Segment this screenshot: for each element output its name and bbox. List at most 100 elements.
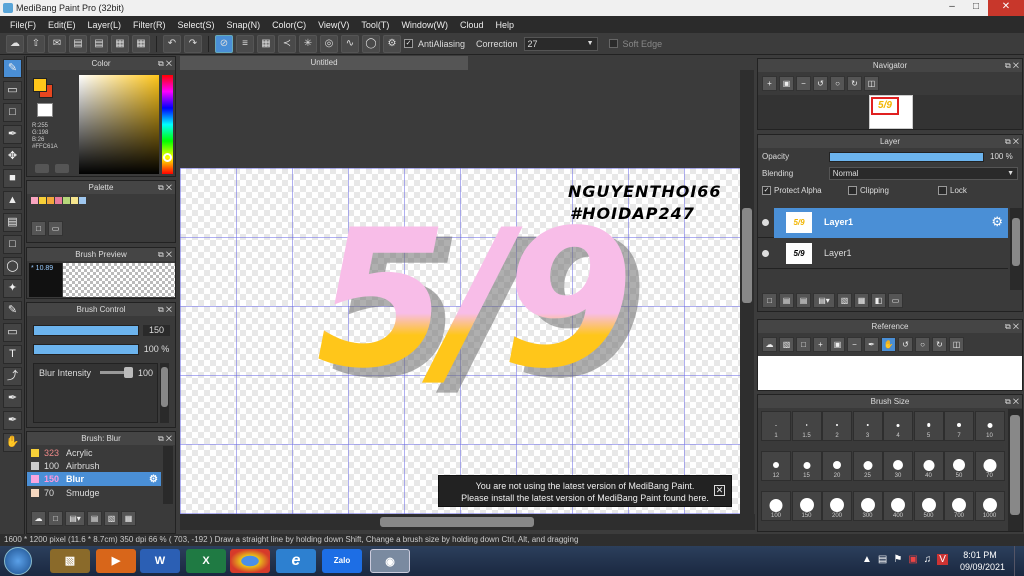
- palette-swatch[interactable]: [31, 197, 38, 204]
- gradient-tool-icon[interactable]: ▤: [3, 213, 22, 232]
- snap-ellipse-icon[interactable]: ◯: [362, 34, 380, 53]
- maximize-button[interactable]: □: [964, 0, 988, 16]
- clipping-checkbox[interactable]: [848, 186, 857, 195]
- brush-list-scrollbar[interactable]: [163, 446, 173, 504]
- update-notice[interactable]: You are not using the latest version of …: [438, 475, 732, 507]
- new-halftone-layer-icon[interactable]: ▤: [779, 293, 794, 308]
- rotate-reset-icon[interactable]: ○: [915, 337, 930, 352]
- tray-network-icon[interactable]: ▤: [878, 554, 887, 565]
- blending-select[interactable]: Normal ▼: [828, 167, 1018, 180]
- snap-parallel-icon[interactable]: ≡: [236, 34, 254, 53]
- eyedropper-icon[interactable]: ✒: [864, 337, 879, 352]
- book-icon[interactable]: ▦: [132, 34, 150, 53]
- brush-opacity-slider[interactable]: [33, 344, 139, 355]
- new-layer-icon[interactable]: □: [762, 293, 777, 308]
- redo-icon[interactable]: ↷: [184, 34, 202, 53]
- folder-icon[interactable]: ▧: [104, 511, 119, 526]
- brush-size-cell[interactable]: 150: [791, 491, 822, 521]
- copy-brush-icon[interactable]: ▦: [121, 511, 136, 526]
- add-layer-menu-icon[interactable]: ▤▾: [813, 293, 835, 308]
- visibility-dot-icon[interactable]: [762, 219, 769, 226]
- layer-opacity-slider[interactable]: [830, 152, 983, 161]
- tray-v-icon[interactable]: V: [937, 554, 948, 565]
- taskbar-medibang-icon[interactable]: ◉: [370, 549, 410, 573]
- brush-item-acrylic[interactable]: 323 Acrylic: [27, 446, 161, 459]
- panel-close-icon[interactable]: ⧉ ✕: [1005, 59, 1019, 72]
- brush-size-cell[interactable]: 40: [913, 451, 944, 481]
- tray-expand-icon[interactable]: ▲: [862, 554, 872, 565]
- brush-size-cell[interactable]: 20: [822, 451, 852, 481]
- palette-swatch[interactable]: [71, 197, 78, 204]
- primary-color-swatch[interactable]: [33, 78, 47, 92]
- reset-color-button[interactable]: [55, 164, 69, 173]
- new-brush-icon[interactable]: □: [48, 511, 63, 526]
- brush-size-scroll-thumb[interactable]: [1010, 415, 1020, 515]
- zoom-in-icon[interactable]: +: [813, 337, 828, 352]
- panel-close-icon[interactable]: ⧉ ✕: [158, 303, 172, 316]
- select-eraser-tool-icon[interactable]: ▭: [3, 323, 22, 342]
- palette-swatch[interactable]: [47, 197, 54, 204]
- panel-close-icon[interactable]: ⧉ ✕: [1005, 320, 1019, 333]
- brush-item-airbrush[interactable]: 100 Airbrush: [27, 459, 161, 472]
- document-icon[interactable]: ▤: [69, 34, 87, 53]
- taskbar-ie-icon[interactable]: e: [276, 549, 316, 573]
- close-icon[interactable]: ✕: [714, 485, 725, 496]
- minimize-button[interactable]: –: [940, 0, 964, 16]
- brush-item-smudge[interactable]: 70 Smudge: [27, 486, 161, 499]
- brush-size-cell[interactable]: 25: [852, 451, 883, 481]
- folder-icon[interactable]: ▧: [837, 293, 852, 308]
- start-button[interactable]: [4, 547, 32, 575]
- close-button[interactable]: ✕: [988, 0, 1024, 16]
- layer-scrollbar[interactable]: [1010, 208, 1022, 290]
- taskbar-chrome-icon[interactable]: [230, 549, 270, 573]
- brush-size-cell[interactable]: 7: [944, 411, 974, 441]
- panel-close-icon[interactable]: ⧉ ✕: [158, 432, 172, 445]
- brush-size-slider[interactable]: [33, 325, 139, 336]
- menu-tool[interactable]: Tool(T): [355, 20, 395, 30]
- menu-layer[interactable]: Layer(L): [82, 20, 128, 30]
- layer-row-selected[interactable]: 5/9 Layer1 ⚙: [758, 208, 1008, 238]
- cloud-icon[interactable]: ☁: [6, 34, 24, 53]
- rotate-right-icon[interactable]: ↻: [932, 337, 947, 352]
- menu-color[interactable]: Color(C): [266, 20, 312, 30]
- gear-icon[interactable]: ⚙: [991, 214, 1003, 230]
- brush-control-scroll-thumb[interactable]: [161, 367, 168, 407]
- visibility-dot-icon[interactable]: [762, 250, 769, 257]
- brush-size-cell[interactable]: 1000: [974, 491, 1005, 521]
- menu-snap[interactable]: Snap(N): [221, 20, 267, 30]
- rotate-right-icon[interactable]: ↻: [847, 76, 862, 91]
- brush-size-cell[interactable]: 4: [883, 411, 913, 441]
- menu-cloud[interactable]: Cloud: [454, 20, 490, 30]
- zoom-out-icon[interactable]: −: [796, 76, 811, 91]
- clock[interactable]: 8:01 PM 09/09/2021: [960, 549, 1005, 573]
- brush-size-scrollbar[interactable]: [1008, 409, 1022, 531]
- brush-opacity-value[interactable]: 100 %: [143, 344, 170, 355]
- open-folder-icon[interactable]: ▧: [779, 337, 794, 352]
- eraser-tool-icon[interactable]: ▭: [3, 81, 22, 100]
- panel-close-icon[interactable]: ⧉ ✕: [158, 57, 172, 70]
- palette-swatch[interactable]: [63, 197, 70, 204]
- page-icon[interactable]: ▤: [90, 34, 108, 53]
- menu-select[interactable]: Select(S): [172, 20, 221, 30]
- zoom-out-icon[interactable]: −: [847, 337, 862, 352]
- brush-size-cell[interactable]: 70: [974, 451, 1005, 481]
- hand-icon[interactable]: ✋: [881, 337, 896, 352]
- palette-swatch[interactable]: [55, 197, 62, 204]
- fill-rect-tool-icon[interactable]: ■: [3, 169, 22, 188]
- add-palette-icon[interactable]: □: [31, 221, 46, 236]
- tray-antivirus-icon[interactable]: ▣: [908, 554, 917, 565]
- navigator-viewport[interactable]: 5/9: [871, 97, 899, 115]
- pages-icon[interactable]: ▦: [111, 34, 129, 53]
- taskbar-word-icon[interactable]: W: [140, 549, 180, 573]
- brush-size-cell[interactable]: 700: [944, 491, 974, 521]
- panel-close-icon[interactable]: ⧉ ✕: [1005, 395, 1019, 408]
- menu-edit[interactable]: Edit(E): [42, 20, 82, 30]
- lasso-tool-icon[interactable]: ◯: [3, 257, 22, 276]
- snap-radial-icon[interactable]: ✳: [299, 34, 317, 53]
- transparent-swatch[interactable]: [37, 103, 53, 117]
- rotate-left-icon[interactable]: ↺: [813, 76, 828, 91]
- palette-swatch[interactable]: [39, 197, 46, 204]
- swap-color-button[interactable]: [35, 164, 49, 173]
- brush-size-cell[interactable]: 500: [913, 491, 944, 521]
- hue-marker[interactable]: [163, 153, 172, 162]
